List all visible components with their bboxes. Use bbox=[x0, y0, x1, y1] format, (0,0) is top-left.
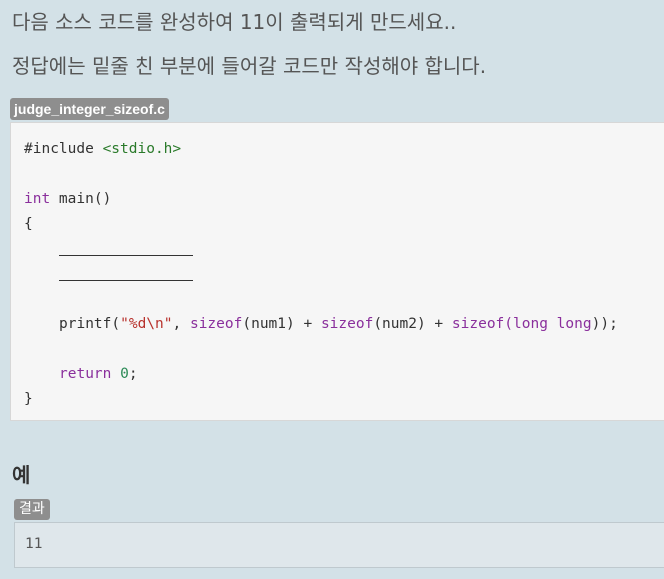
printf-call: printf( bbox=[59, 316, 121, 332]
answer-blank-2 bbox=[59, 280, 193, 281]
code-block: #include <stdio.h> int main() { printf("… bbox=[10, 122, 664, 421]
result-badge: 결과 bbox=[14, 499, 50, 520]
sizeof-keyword-2: sizeof bbox=[320, 316, 374, 332]
include-directive: #include bbox=[24, 141, 94, 157]
code-line-close-brace: } bbox=[24, 391, 33, 407]
return-value: 0 bbox=[120, 366, 129, 382]
return-semicolon: ; bbox=[128, 366, 138, 382]
long-long-type: long long bbox=[513, 316, 592, 332]
sizeof-arg-num2: (num2) + bbox=[373, 316, 452, 332]
instruction-line-1: 다음 소스 코드를 완성하여 11이 출력되게 만드세요.. bbox=[12, 10, 457, 34]
result-output-box: 11 bbox=[14, 522, 664, 568]
filename-badge: judge_integer_sizeof.c bbox=[10, 98, 169, 120]
example-heading: 예 bbox=[12, 463, 31, 487]
instruction-line-2: 정답에는 밑줄 친 부분에 들어갈 코드만 작성해야 합니다. bbox=[12, 54, 487, 78]
result-output-value: 11 bbox=[25, 536, 43, 552]
return-keyword: return bbox=[59, 366, 112, 382]
code-line-main: int main() bbox=[24, 190, 111, 208]
sizeof-arg-num1: (num1) + bbox=[242, 316, 321, 332]
paren-close: )); bbox=[591, 316, 618, 332]
sizeof-keyword-1: sizeof bbox=[189, 316, 243, 332]
answer-blank-1 bbox=[59, 255, 193, 256]
include-header: <stdio.h> bbox=[102, 141, 182, 157]
code-line-printf: printf("%d\n", sizeof(num1) + sizeof(num… bbox=[59, 315, 618, 333]
code-line-return: return 0; bbox=[59, 365, 138, 383]
format-string: "%d\n" bbox=[120, 316, 173, 332]
paren-open: ( bbox=[504, 316, 514, 332]
comma: , bbox=[172, 316, 190, 332]
code-line-open-brace: { bbox=[24, 216, 33, 232]
int-keyword: int bbox=[24, 191, 51, 207]
sizeof-keyword-3: sizeof bbox=[451, 316, 505, 332]
main-signature: main() bbox=[50, 191, 112, 207]
code-line-include: #include <stdio.h> bbox=[24, 140, 181, 158]
